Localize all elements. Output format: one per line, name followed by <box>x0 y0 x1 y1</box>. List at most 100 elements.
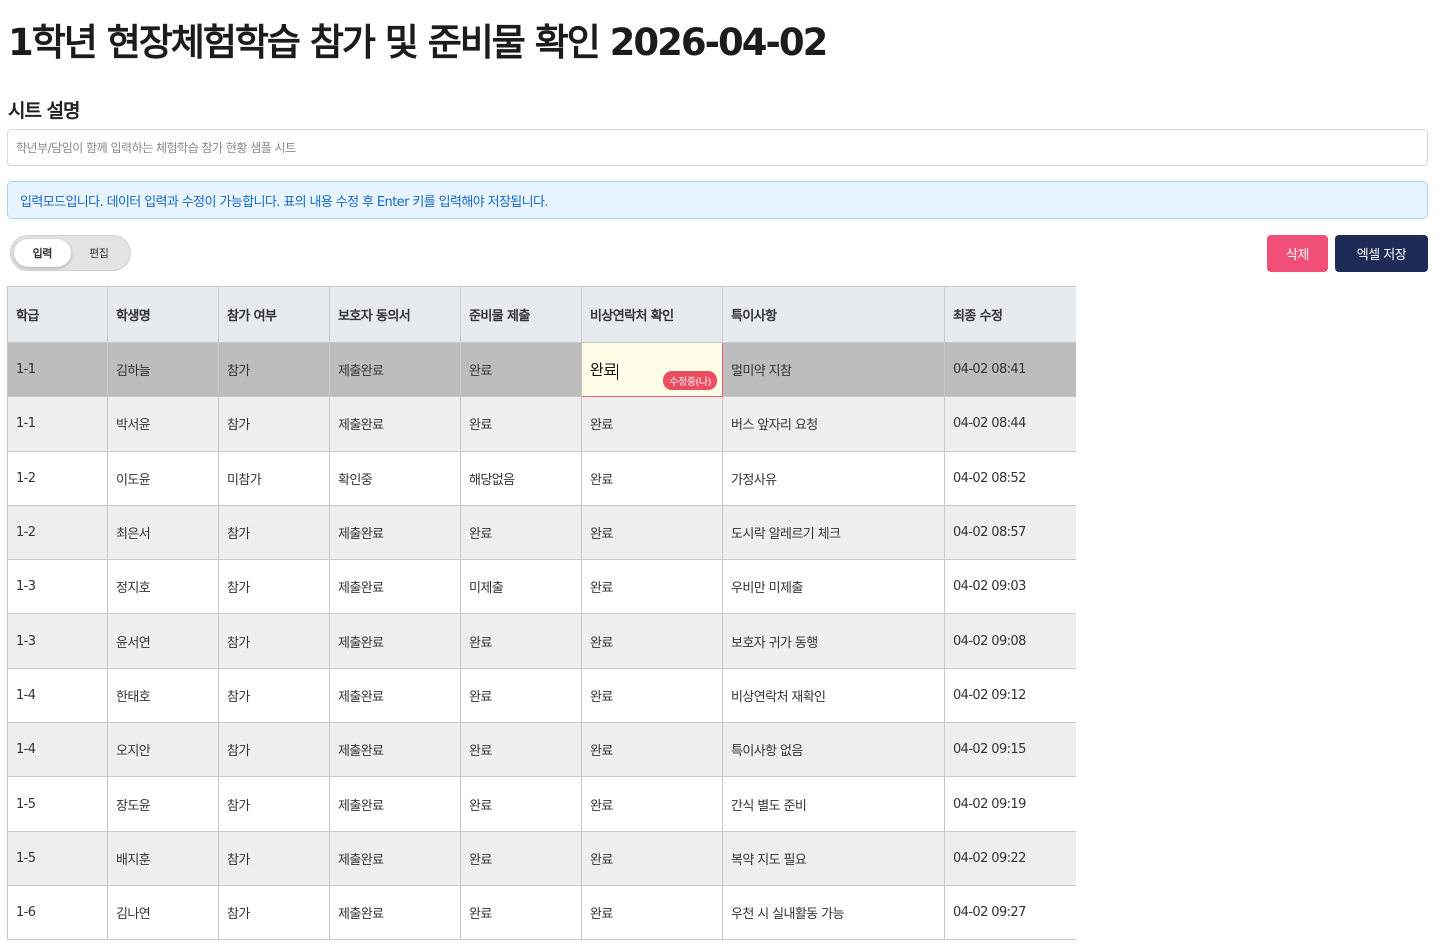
cell-supplies[interactable]: 완료 <box>460 884 582 941</box>
cell-student-name[interactable]: 김하늘 <box>107 341 219 398</box>
cell-supplies[interactable]: 완료 <box>460 667 582 724</box>
cell-emergency-contact[interactable]: 완료 <box>581 776 723 832</box>
cell-notes[interactable]: 비상연락처 재확인 <box>722 667 945 724</box>
cell-student-name[interactable]: 배지훈 <box>107 830 219 886</box>
cell-emergency-contact[interactable]: 완료 <box>581 613 723 669</box>
cell-emergency-contact[interactable]: 완료 수정중(나) <box>581 341 723 398</box>
cell-student-name[interactable]: 한태호 <box>107 667 219 724</box>
sheet-description-input[interactable] <box>7 129 1428 166</box>
cell-participation[interactable]: 참가 <box>218 504 330 561</box>
cell-class[interactable]: 1-4 <box>7 722 108 778</box>
cell-parent-consent[interactable]: 제출완료 <box>329 667 461 724</box>
table-row[interactable]: 1-2 이도윤 미참가 확인중 해당없음 완료 가정사유 04-02 08:52 <box>7 450 1076 506</box>
cell-class[interactable]: 1-2 <box>7 504 108 561</box>
mode-toggle[interactable]: 입력 편집 <box>10 235 131 271</box>
cell-emergency-contact[interactable]: 완료 <box>581 559 723 615</box>
cell-last-modified[interactable]: 04-02 08:57 <box>944 504 1076 561</box>
cell-last-modified[interactable]: 04-02 09:22 <box>944 830 1076 886</box>
cell-student-name[interactable]: 이도윤 <box>107 450 219 506</box>
cell-class[interactable]: 1-5 <box>7 776 108 832</box>
table-row[interactable]: 1-5 장도윤 참가 제출완료 완료 완료 간식 별도 준비 04-02 09:19 <box>7 776 1076 832</box>
cell-participation[interactable]: 참가 <box>218 830 330 886</box>
header-participation[interactable]: 참가 여부 <box>218 286 330 343</box>
cell-participation[interactable]: 참가 <box>218 722 330 778</box>
cell-last-modified[interactable]: 04-02 09:03 <box>944 559 1076 615</box>
header-last-modified[interactable]: 최종 수정 <box>944 286 1076 343</box>
cell-notes[interactable]: 특이사항 없음 <box>722 722 945 778</box>
cell-participation[interactable]: 참가 <box>218 341 330 398</box>
cell-supplies[interactable]: 해당없음 <box>460 450 582 506</box>
cell-emergency-contact[interactable]: 완료 <box>581 450 723 506</box>
cell-emergency-contact[interactable]: 완료 <box>581 884 723 941</box>
cell-class[interactable]: 1-4 <box>7 667 108 724</box>
cell-emergency-contact[interactable]: 완료 <box>581 830 723 886</box>
cell-emergency-contact[interactable]: 완료 <box>581 667 723 724</box>
cell-parent-consent[interactable]: 제출완료 <box>329 884 461 941</box>
cell-supplies[interactable]: 미제출 <box>460 559 582 615</box>
table-row[interactable]: 1-4 한태호 참가 제출완료 완료 완료 비상연락처 재확인 04-02 09:12 <box>7 667 1076 724</box>
cell-last-modified[interactable]: 04-02 09:15 <box>944 722 1076 778</box>
cell-notes[interactable]: 버스 앞자리 요청 <box>722 396 945 452</box>
cell-parent-consent[interactable]: 제출완료 <box>329 396 461 452</box>
cell-class[interactable]: 1-5 <box>7 830 108 886</box>
cell-participation[interactable]: 참가 <box>218 667 330 724</box>
header-student-name[interactable]: 학생명 <box>107 286 219 343</box>
cell-participation[interactable]: 참가 <box>218 396 330 452</box>
table-row[interactable]: 1-5 배지훈 참가 제출완료 완료 완료 복약 지도 필요 04-02 09:22 <box>7 830 1076 886</box>
cell-student-name[interactable]: 오지안 <box>107 722 219 778</box>
cell-notes[interactable]: 우천 시 실내활동 가능 <box>722 884 945 941</box>
cell-last-modified[interactable]: 04-02 09:12 <box>944 667 1076 724</box>
cell-student-name[interactable]: 김나연 <box>107 884 219 941</box>
cell-notes[interactable]: 복약 지도 필요 <box>722 830 945 886</box>
cell-class[interactable]: 1-3 <box>7 559 108 615</box>
cell-supplies[interactable]: 완료 <box>460 504 582 561</box>
table-row[interactable]: 1-3 윤서연 참가 제출완료 완료 완료 보호자 귀가 동행 04-02 09:08 <box>7 613 1076 669</box>
cell-participation[interactable]: 참가 <box>218 613 330 669</box>
cell-supplies[interactable]: 완료 <box>460 396 582 452</box>
cell-last-modified[interactable]: 04-02 08:41 <box>944 341 1076 398</box>
cell-supplies[interactable]: 완료 <box>460 830 582 886</box>
cell-notes[interactable]: 우비만 미제출 <box>722 559 945 615</box>
cell-last-modified[interactable]: 04-02 08:44 <box>944 396 1076 452</box>
cell-participation[interactable]: 참가 <box>218 776 330 832</box>
header-parent-consent[interactable]: 보호자 동의서 <box>329 286 461 343</box>
cell-class[interactable]: 1-1 <box>7 396 108 452</box>
cell-parent-consent[interactable]: 제출완료 <box>329 504 461 561</box>
cell-notes[interactable]: 멀미약 지참 <box>722 341 945 398</box>
cell-last-modified[interactable]: 04-02 09:27 <box>944 884 1076 941</box>
header-notes[interactable]: 특이사항 <box>722 286 945 343</box>
header-emergency-contact[interactable]: 비상연락처 확인 <box>581 286 723 343</box>
cell-notes[interactable]: 가정사유 <box>722 450 945 506</box>
cell-student-name[interactable]: 최은서 <box>107 504 219 561</box>
cell-class[interactable]: 1-6 <box>7 884 108 941</box>
cell-last-modified[interactable]: 04-02 09:19 <box>944 776 1076 832</box>
cell-participation[interactable]: 미참가 <box>218 450 330 506</box>
table-row[interactable]: 1-4 오지안 참가 제출완료 완료 완료 특이사항 없음 04-02 09:15 <box>7 722 1076 778</box>
cell-participation[interactable]: 참가 <box>218 559 330 615</box>
cell-parent-consent[interactable]: 확인중 <box>329 450 461 506</box>
cell-parent-consent[interactable]: 제출완료 <box>329 722 461 778</box>
cell-notes[interactable]: 도시락 알레르기 체크 <box>722 504 945 561</box>
table-row[interactable]: 1-2 최은서 참가 제출완료 완료 완료 도시락 알레르기 체크 04-02 08:57 <box>7 504 1076 561</box>
cell-student-name[interactable]: 장도윤 <box>107 776 219 832</box>
cell-class[interactable]: 1-1 <box>7 341 108 398</box>
table-row[interactable]: 1-3 정지호 참가 제출완료 미제출 완료 우비만 미제출 04-02 09:03 <box>7 559 1076 615</box>
cell-notes[interactable]: 보호자 귀가 동행 <box>722 613 945 669</box>
excel-export-button[interactable]: 엑셀 저장 <box>1335 235 1428 272</box>
cell-participation[interactable]: 참가 <box>218 884 330 941</box>
header-supplies[interactable]: 준비물 제출 <box>460 286 582 343</box>
cell-student-name[interactable]: 박서윤 <box>107 396 219 452</box>
cell-parent-consent[interactable]: 제출완료 <box>329 341 461 398</box>
cell-class[interactable]: 1-3 <box>7 613 108 669</box>
cell-student-name[interactable]: 윤서연 <box>107 613 219 669</box>
cell-emergency-contact[interactable]: 완료 <box>581 504 723 561</box>
cell-notes[interactable]: 간식 별도 준비 <box>722 776 945 832</box>
mode-toggle-input[interactable]: 입력 <box>14 239 71 267</box>
cell-last-modified[interactable]: 04-02 08:52 <box>944 450 1076 506</box>
cell-parent-consent[interactable]: 제출완료 <box>329 559 461 615</box>
table-row[interactable]: 1-6 김나연 참가 제출완료 완료 완료 우천 시 실내활동 가능 04-02 09:27 <box>7 884 1076 941</box>
cell-supplies[interactable]: 완료 <box>460 776 582 832</box>
cell-supplies[interactable]: 완료 <box>460 722 582 778</box>
header-class[interactable]: 학급 <box>7 286 108 343</box>
cell-emergency-contact[interactable]: 완료 <box>581 722 723 778</box>
